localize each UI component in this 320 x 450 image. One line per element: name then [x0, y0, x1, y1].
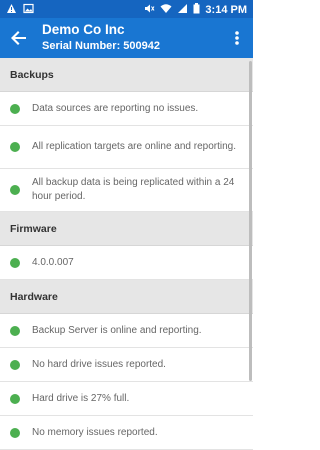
app-bar: Demo Co Inc Serial Number: 500942: [0, 18, 253, 58]
status-ok-icon: [10, 325, 20, 336]
status-ok-icon: [10, 359, 20, 370]
item-text: 4.0.0.007: [32, 256, 74, 268]
list-item[interactable]: Hard drive is 27% full.: [0, 382, 253, 416]
page-title: Demo Co Inc: [42, 22, 125, 37]
status-ok-icon: [10, 103, 20, 114]
status-ok-icon: [10, 427, 20, 438]
warning-icon: [6, 3, 17, 18]
section-header-backups: Backups: [0, 58, 253, 92]
item-text: Hard drive is 27% full.: [32, 392, 130, 404]
status-ok-icon: [10, 142, 20, 152]
list-item[interactable]: No hard drive issues reported.: [0, 348, 253, 382]
overflow-menu-icon[interactable]: [227, 27, 247, 49]
list-item[interactable]: All backup data is being replicated with…: [0, 169, 253, 212]
back-arrow-icon[interactable]: [8, 27, 30, 49]
scrollbar[interactable]: [249, 61, 252, 381]
status-bar: 3:14 PM: [0, 0, 253, 18]
list-item[interactable]: Data sources are reporting no issues.: [0, 92, 253, 126]
item-text: Data sources are reporting no issues.: [32, 102, 199, 114]
item-text: No hard drive issues reported.: [32, 358, 166, 370]
signal-icon: [177, 3, 188, 17]
status-list[interactable]: Backups Data sources are reporting no is…: [0, 58, 253, 450]
status-ok-icon: [10, 185, 20, 195]
mute-icon: [144, 3, 155, 17]
list-item[interactable]: Backup Server is online and reporting.: [0, 314, 253, 348]
status-ok-icon: [10, 257, 20, 268]
item-text: All backup data is being replicated with…: [32, 177, 235, 202]
list-item[interactable]: No memory issues reported.: [0, 416, 253, 450]
image-icon: [23, 3, 34, 18]
section-header-firmware: Firmware: [0, 212, 253, 246]
item-text: Backup Server is online and reporting.: [32, 324, 202, 336]
list-item[interactable]: All replication targets are online and r…: [0, 126, 253, 169]
clock: 3:14 PM: [205, 4, 247, 16]
item-text: All replication targets are online and r…: [32, 141, 237, 152]
status-ok-icon: [10, 393, 20, 404]
section-header-hardware: Hardware: [0, 280, 253, 314]
wifi-icon: [160, 3, 172, 17]
battery-icon: [193, 3, 200, 17]
page-subtitle: Serial Number: 500942: [42, 40, 161, 52]
item-text: No memory issues reported.: [32, 426, 158, 438]
list-item[interactable]: 4.0.0.007: [0, 246, 253, 280]
